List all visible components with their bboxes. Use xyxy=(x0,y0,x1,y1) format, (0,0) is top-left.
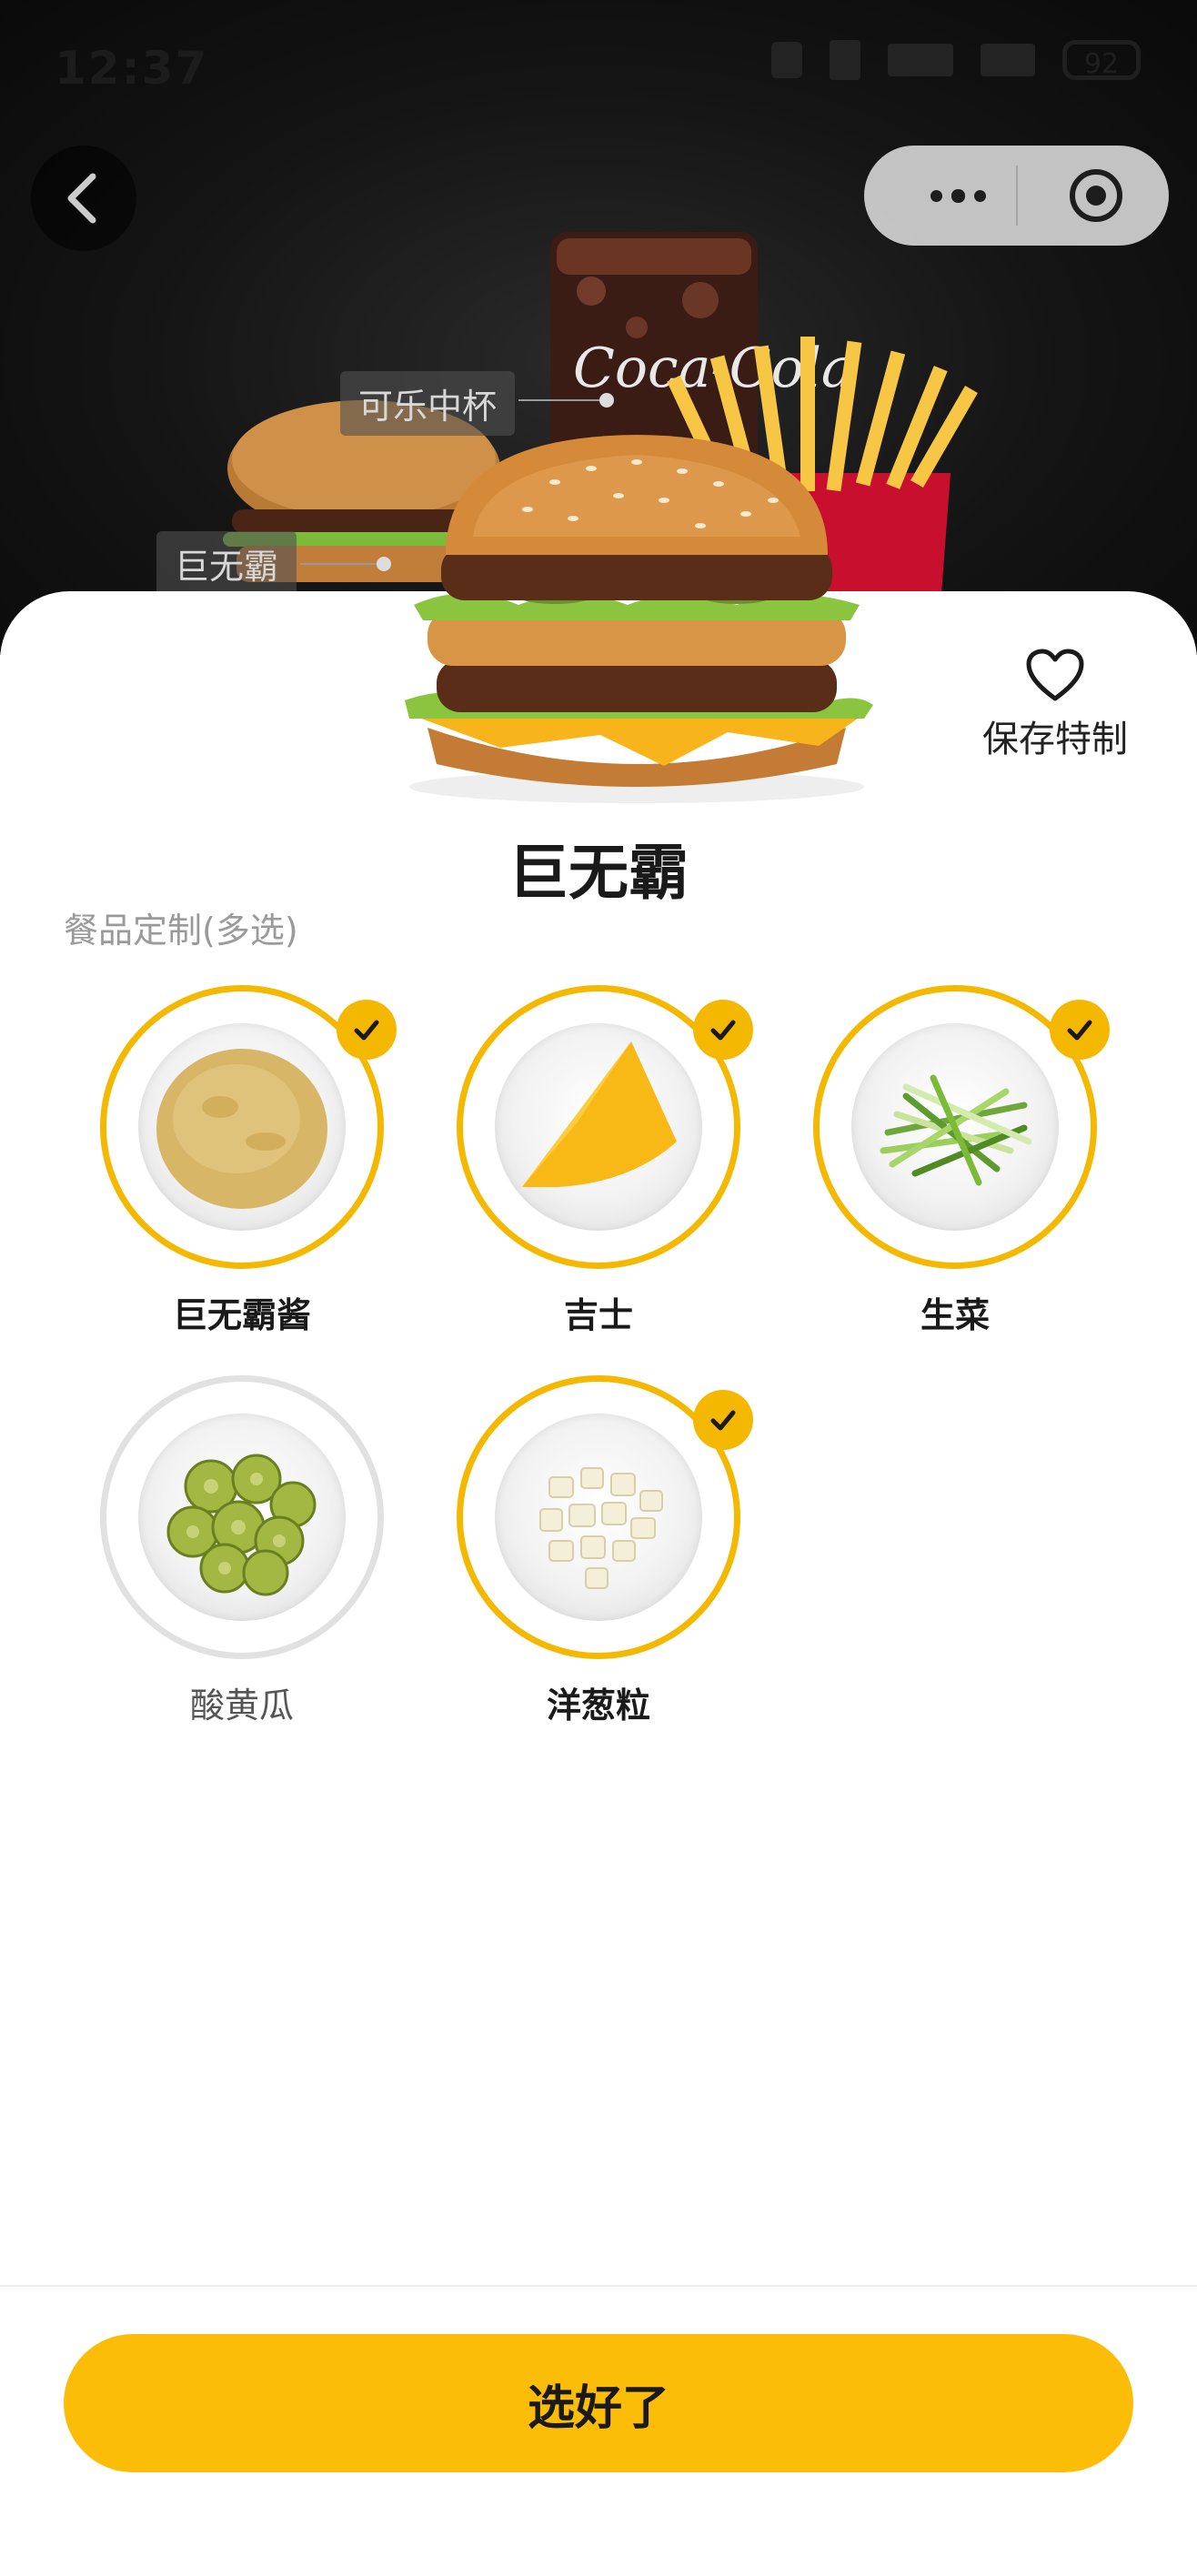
status-icons: 92 xyxy=(771,40,1141,80)
option-label: 酸黄瓜 xyxy=(189,1685,294,1726)
option-lettuce[interactable]: 生菜 xyxy=(813,985,1110,1367)
signal-icon xyxy=(888,44,953,76)
big-mac-image xyxy=(405,435,873,803)
selected-check-icon xyxy=(693,1000,753,1060)
lettuce-icon xyxy=(880,1074,1032,1186)
section-label: 餐品定制(多选) xyxy=(64,911,298,951)
chevron-left-icon xyxy=(67,173,96,224)
onions-icon xyxy=(539,1467,663,1589)
more-dot-icon xyxy=(930,189,942,202)
data-speed-icon xyxy=(830,40,860,80)
capsule-divider xyxy=(1016,166,1018,226)
selected-check-icon xyxy=(337,1000,397,1060)
hero-tag-cola[interactable]: 可乐中杯 xyxy=(340,371,516,436)
status-bar: 12:37 92 xyxy=(0,0,1197,136)
option-label: 生菜 xyxy=(920,1295,990,1335)
cheese-icon xyxy=(522,1041,677,1187)
confirm-button[interactable]: 选好了 xyxy=(64,2334,1133,2472)
selected-check-icon xyxy=(693,1390,753,1450)
close-target-icon[interactable] xyxy=(1066,166,1126,226)
miniprogram-capsule xyxy=(864,146,1169,246)
option-cheese[interactable]: 吉士 xyxy=(457,985,753,1367)
more-button[interactable] xyxy=(900,146,1015,246)
heart-icon xyxy=(1026,649,1084,701)
more-dot-icon xyxy=(951,188,965,203)
bottom-divider xyxy=(0,2285,1197,2287)
battery-icon: 92 xyxy=(1062,40,1141,80)
option-pickles[interactable]: 酸黄瓜 xyxy=(100,1375,391,1757)
sauce-icon xyxy=(156,1049,327,1209)
wifi-signal-icon xyxy=(981,44,1035,76)
product-title: 巨无霸 xyxy=(508,838,689,908)
option-big-mac-sauce[interactable]: 巨无霸酱 xyxy=(100,985,397,1367)
status-time: 12:37 xyxy=(55,42,209,95)
hero-tag-big-mac[interactable]: 巨无霸 xyxy=(156,531,297,596)
pickles-icon xyxy=(166,1454,317,1596)
back-button[interactable] xyxy=(31,146,136,251)
save-custom-label: 保存特制 xyxy=(982,719,1128,760)
option-label: 洋葱粒 xyxy=(546,1685,650,1726)
more-dot-icon xyxy=(973,189,986,202)
save-custom-button[interactable]: 保存特制 xyxy=(973,648,1137,762)
option-onions[interactable]: 洋葱粒 xyxy=(457,1375,753,1757)
option-label: 吉士 xyxy=(563,1295,633,1335)
vibrate-icon xyxy=(771,42,802,78)
option-label: 巨无霸酱 xyxy=(172,1295,311,1335)
selected-check-icon xyxy=(1050,1000,1110,1060)
